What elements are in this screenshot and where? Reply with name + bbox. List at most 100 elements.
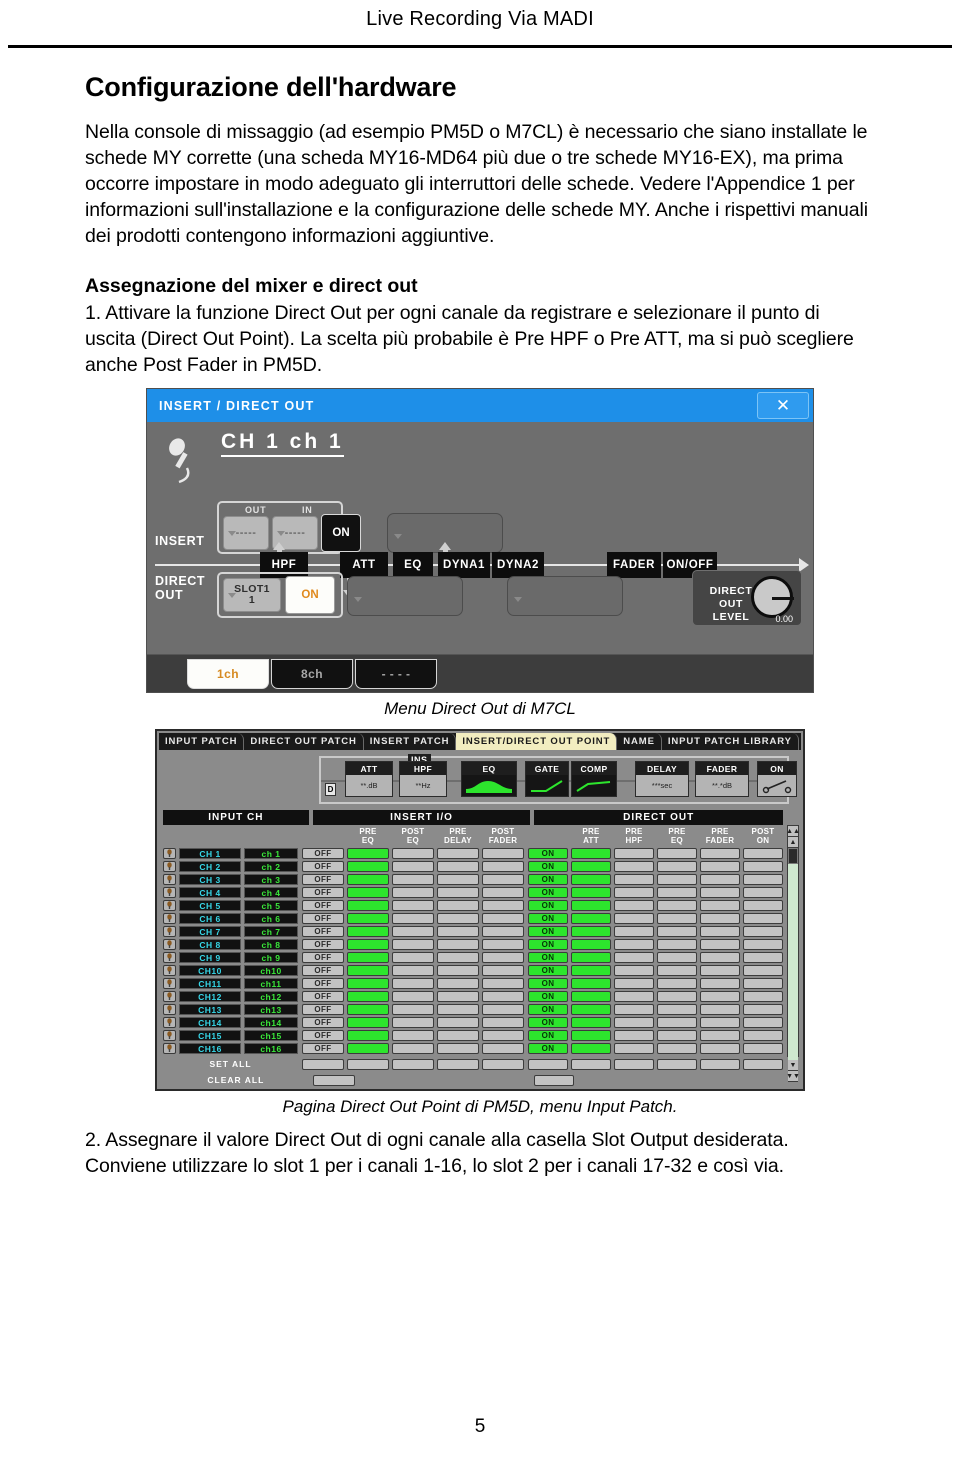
direct-out-point-cell[interactable] [571, 1043, 611, 1054]
insert-onoff-cell[interactable]: OFF [302, 861, 344, 872]
direct-out-point-cell[interactable] [700, 874, 740, 885]
insert-point-cell[interactable] [437, 1017, 479, 1028]
insert-on-button[interactable]: ON [321, 514, 361, 552]
insert-point-cell[interactable] [392, 1030, 434, 1041]
insert-onoff-cell[interactable]: OFF [302, 939, 344, 950]
direct-out-onoff-cell[interactable]: ON [528, 926, 568, 937]
direct-out-point-cell[interactable] [657, 939, 697, 950]
insert-point-cell[interactable] [347, 913, 389, 924]
scroll-track[interactable] [788, 864, 798, 1060]
direct-out-onoff-cell[interactable]: ON [528, 861, 568, 872]
insert-point-cell[interactable] [482, 861, 524, 872]
direct-out-point-cell[interactable] [571, 978, 611, 989]
channel-name-cell[interactable]: ch16 [244, 1043, 298, 1054]
channel-id-cell[interactable]: CH 4 [179, 887, 241, 898]
channel-name-cell[interactable]: ch 1 [244, 848, 298, 859]
insert-point-cell[interactable] [437, 900, 479, 911]
direct-out-point-cell[interactable] [614, 861, 654, 872]
direct-out-point-cell[interactable] [571, 939, 611, 950]
direct-out-point-cell[interactable] [657, 913, 697, 924]
set-all-insert-pre-delay[interactable] [437, 1058, 479, 1070]
insert-point-cell[interactable] [437, 1004, 479, 1015]
direct-out-on-button[interactable]: ON [285, 576, 335, 614]
pm5d-block-on[interactable]: ON [757, 761, 797, 797]
tab-8ch[interactable]: 8ch [271, 659, 353, 689]
direct-out-point-cell[interactable] [743, 1004, 783, 1015]
direct-out-point-cell[interactable] [743, 861, 783, 872]
direct-out-panel-2[interactable] [507, 576, 623, 616]
direct-out-point-cell[interactable] [657, 874, 697, 885]
direct-out-point-cell[interactable] [571, 952, 611, 963]
direct-out-panel-1[interactable] [347, 576, 463, 616]
direct-out-point-cell[interactable] [657, 848, 697, 859]
tab-insert-direct-out-point[interactable]: INSERT/DIRECT OUT POINT [456, 733, 618, 750]
channel-id-cell[interactable]: CH 2 [179, 861, 241, 872]
direct-out-point-cell[interactable] [571, 848, 611, 859]
insert-point-cell[interactable] [392, 900, 434, 911]
channel-name-cell[interactable]: ch12 [244, 991, 298, 1002]
insert-onoff-cell[interactable]: OFF [302, 1004, 344, 1015]
insert-point-cell[interactable] [482, 1004, 524, 1015]
insert-point-cell[interactable] [437, 939, 479, 950]
direct-out-onoff-cell[interactable]: ON [528, 874, 568, 885]
insert-point-cell[interactable] [392, 848, 434, 859]
insert-point-cell[interactable] [347, 861, 389, 872]
direct-out-point-cell[interactable] [614, 913, 654, 924]
set-all-direct-onoff[interactable] [528, 1058, 568, 1070]
insert-onoff-cell[interactable]: OFF [302, 887, 344, 898]
insert-onoff-cell[interactable]: OFF [302, 874, 344, 885]
insert-point-cell[interactable] [392, 1017, 434, 1028]
direct-out-onoff-cell[interactable]: ON [528, 913, 568, 924]
direct-out-point-cell[interactable] [571, 913, 611, 924]
insert-point-cell[interactable] [482, 1030, 524, 1041]
microphone-icon[interactable] [163, 991, 176, 1002]
insert-point-cell[interactable] [392, 965, 434, 976]
set-all-direct-pre-fader[interactable] [700, 1058, 740, 1070]
microphone-icon[interactable] [163, 952, 176, 963]
direct-out-point-cell[interactable] [700, 861, 740, 872]
direct-out-point-cell[interactable] [614, 991, 654, 1002]
direct-out-point-cell[interactable] [657, 1043, 697, 1054]
direct-out-onoff-cell[interactable]: ON [528, 848, 568, 859]
direct-out-point-cell[interactable] [743, 965, 783, 976]
insert-onoff-cell[interactable]: OFF [302, 1017, 344, 1028]
insert-point-cell[interactable] [437, 874, 479, 885]
direct-out-point-cell[interactable] [614, 900, 654, 911]
direct-out-point-cell[interactable] [700, 913, 740, 924]
insert-point-cell[interactable] [482, 965, 524, 976]
microphone-icon[interactable] [163, 1004, 176, 1015]
direct-out-point-cell[interactable] [743, 887, 783, 898]
insert-point-cell[interactable] [482, 913, 524, 924]
insert-point-cell[interactable] [437, 1043, 479, 1054]
channel-id-cell[interactable]: CH 9 [179, 952, 241, 963]
insert-point-cell[interactable] [482, 887, 524, 898]
direct-out-point-cell[interactable] [700, 1030, 740, 1041]
direct-out-point-cell[interactable] [657, 900, 697, 911]
tab-insert-patch[interactable]: INSERT PATCH [364, 733, 457, 750]
insert-point-cell[interactable] [347, 900, 389, 911]
insert-point-cell[interactable] [392, 861, 434, 872]
direct-out-onoff-cell[interactable]: ON [528, 1030, 568, 1041]
direct-out-point-cell[interactable] [571, 1030, 611, 1041]
vertical-scrollbar[interactable]: ▲▲ ▲ ▼ ▼▼ [786, 825, 800, 1082]
direct-out-point-cell[interactable] [571, 991, 611, 1002]
microphone-icon[interactable] [163, 1043, 176, 1054]
insert-point-cell[interactable] [482, 1043, 524, 1054]
channel-name-cell[interactable]: ch11 [244, 978, 298, 989]
insert-point-cell[interactable] [347, 926, 389, 937]
channel-name-cell[interactable]: ch 4 [244, 887, 298, 898]
channel-id-cell[interactable]: CH13 [179, 1004, 241, 1015]
direct-out-point-cell[interactable] [614, 1043, 654, 1054]
tab-input-patch-library[interactable]: INPUT PATCH LIBRARY [662, 733, 799, 750]
tab-direct-out-patch[interactable]: DIRECT OUT PATCH [244, 733, 364, 750]
insert-point-cell[interactable] [392, 991, 434, 1002]
insert-point-cell[interactable] [482, 874, 524, 885]
tab-name[interactable]: NAME [617, 733, 662, 750]
insert-point-cell[interactable] [437, 887, 479, 898]
microphone-icon[interactable] [163, 913, 176, 924]
channel-name-cell[interactable]: ch 2 [244, 861, 298, 872]
insert-point-cell[interactable] [347, 952, 389, 963]
direct-out-point-cell[interactable] [743, 939, 783, 950]
insert-onoff-cell[interactable]: OFF [302, 952, 344, 963]
insert-point-cell[interactable] [347, 1017, 389, 1028]
